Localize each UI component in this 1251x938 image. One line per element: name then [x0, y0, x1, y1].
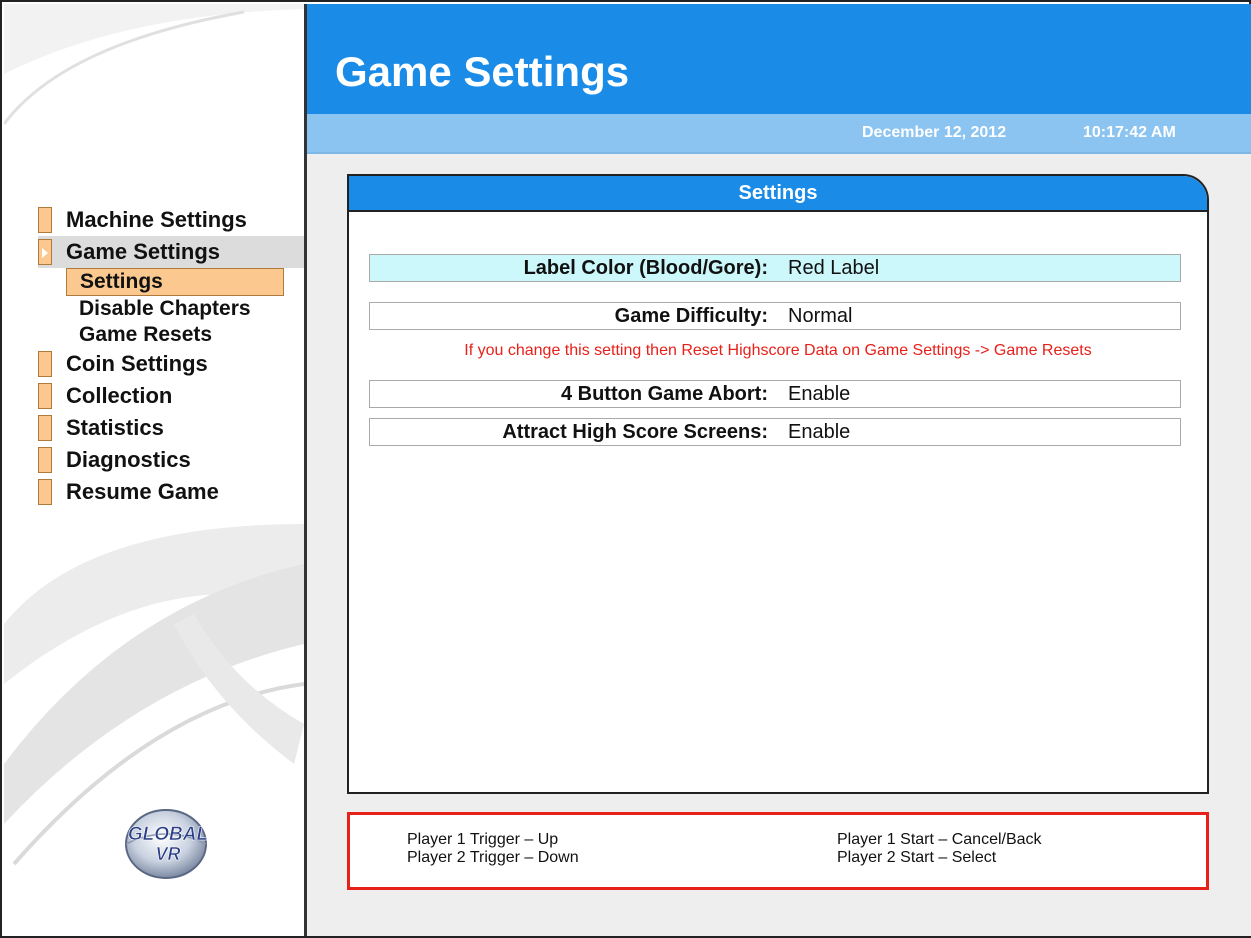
date-display: December 12, 2012: [862, 124, 1007, 141]
sidebar-menu: Machine Settings Game Settings Settings …: [38, 204, 304, 508]
globalvr-logo: GLOBAL VR: [125, 809, 208, 879]
control-hint-p2-trigger: Player 2 Trigger – Down: [407, 849, 579, 866]
setting-row-label-color[interactable]: Label Color (Blood/Gore): Red Label: [369, 254, 1181, 282]
settings-panel: Settings Label Color (Blood/Gore): Red L…: [347, 174, 1209, 794]
sidebar-item-diagnostics[interactable]: Diagnostics: [38, 444, 304, 476]
control-hint-p2-start: Player 2 Start – Select: [837, 849, 997, 866]
setting-value: Normal: [788, 305, 853, 327]
setting-row-attract-high-score[interactable]: Attract High Score Screens: Enable: [369, 418, 1181, 446]
setting-row-4-button-abort[interactable]: 4 Button Game Abort: Enable: [369, 380, 1181, 408]
sidebar-subitem-label: Disable Chapters: [79, 297, 251, 320]
control-hint-p1-trigger: Player 1 Trigger – Up: [407, 831, 559, 848]
sidebar-item-statistics[interactable]: Statistics: [38, 412, 304, 444]
panel-title: Settings: [349, 176, 1207, 212]
setting-label: 4 Button Game Abort:: [560, 383, 768, 405]
date-bar: December 12, 2012 10:17:42 AM: [307, 114, 1251, 154]
sidebar-item-label: Coin Settings: [66, 351, 208, 376]
menu-marker-icon: [38, 351, 52, 377]
sidebar-subitem-disable-chapters[interactable]: Disable Chapters: [38, 296, 304, 322]
svg-text:VR: VR: [155, 844, 180, 864]
setting-value: Enable: [788, 421, 851, 443]
sidebar-subitem-label: Settings: [80, 270, 163, 293]
setting-value: Red Label: [788, 257, 880, 279]
page-title: Game Settings: [335, 48, 630, 95]
menu-marker-icon: [38, 479, 52, 505]
sidebar: Machine Settings Game Settings Settings …: [4, 4, 304, 936]
menu-marker-icon: [38, 447, 52, 473]
sidebar-subitem-settings[interactable]: Settings: [66, 268, 284, 296]
setting-label: Label Color (Blood/Gore):: [523, 257, 768, 279]
menu-marker-icon: [38, 415, 52, 441]
setting-value: Enable: [788, 383, 851, 405]
sidebar-subitem-game-resets[interactable]: Game Resets: [38, 322, 304, 348]
svg-text:GLOBAL: GLOBAL: [128, 824, 208, 845]
sidebar-item-label: Statistics: [66, 415, 164, 440]
sidebar-item-label: Diagnostics: [66, 447, 191, 472]
sidebar-item-coin-settings[interactable]: Coin Settings: [38, 348, 304, 380]
control-hint-p1-start: Player 1 Start – Cancel/Back: [837, 831, 1042, 848]
sidebar-subitem-label: Game Resets: [79, 323, 213, 346]
sidebar-item-resume-game[interactable]: Resume Game: [38, 476, 304, 508]
setting-label: Attract High Score Screens:: [502, 421, 768, 443]
sidebar-item-label: Machine Settings: [66, 207, 247, 232]
menu-marker-icon: [38, 207, 52, 233]
menu-marker-icon: [38, 383, 52, 409]
header-bar: Game Settings: [307, 4, 1251, 114]
time-display: 10:17:42 AM: [1083, 124, 1176, 141]
screen-frame: Machine Settings Game Settings Settings …: [0, 0, 1251, 938]
sidebar-item-game-settings[interactable]: Game Settings: [38, 236, 304, 268]
difficulty-warning: If you change this setting then Reset Hi…: [464, 342, 1092, 359]
sidebar-item-label: Resume Game: [66, 479, 219, 504]
sidebar-item-label: Collection: [66, 383, 173, 408]
main-area: Game Settings December 12, 2012 10:17:42…: [307, 4, 1251, 936]
sidebar-item-collection[interactable]: Collection: [38, 380, 304, 412]
sidebar-item-label: Game Settings: [66, 239, 221, 264]
setting-label: Game Difficulty:: [614, 305, 768, 327]
controls-legend: Player 1 Trigger – Up Player 2 Trigger –…: [347, 812, 1209, 890]
setting-row-game-difficulty[interactable]: Game Difficulty: Normal: [369, 302, 1181, 330]
expand-arrow-icon: [38, 239, 52, 265]
sidebar-item-machine-settings[interactable]: Machine Settings: [38, 204, 304, 236]
